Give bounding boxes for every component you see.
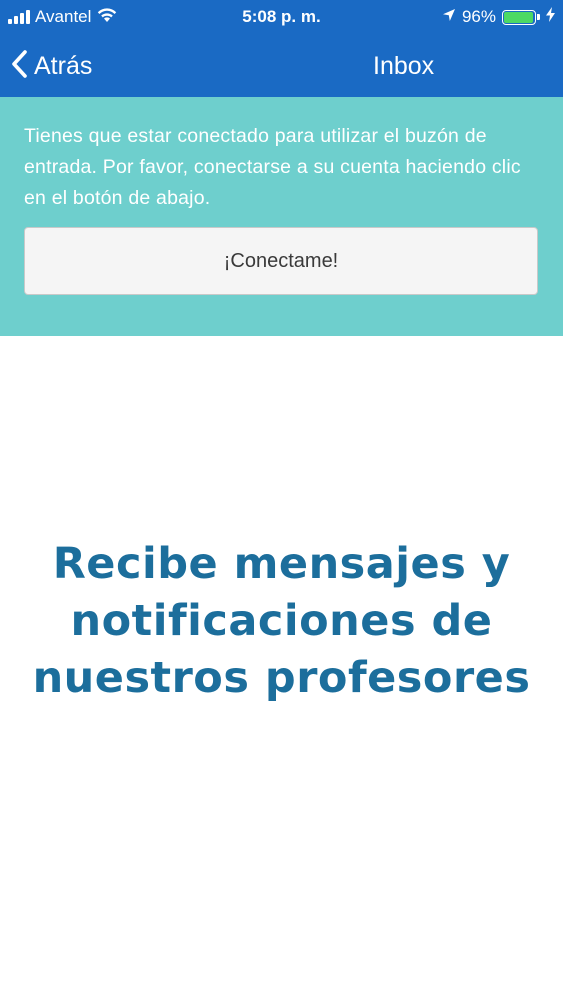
login-notice-panel: Tienes que estar conectado para utilizar…: [0, 97, 563, 336]
promo-headline: Recibe mensajes y notificaciones de nues…: [0, 536, 563, 707]
status-right: 96%: [442, 5, 555, 29]
location-arrow-icon: [442, 7, 456, 27]
screen: Avantel 5:08 p. m. 96% Atrás Inbox Tiene…: [0, 0, 563, 1000]
page-title: Inbox: [373, 52, 435, 80]
promo-line: nuestros profesores: [32, 653, 531, 703]
battery-level-fill: [504, 11, 533, 23]
promo-line: notificaciones de: [70, 596, 493, 646]
battery-icon: [502, 9, 536, 25]
charging-bolt-icon: [546, 7, 555, 27]
status-bar: Avantel 5:08 p. m. 96%: [0, 0, 563, 34]
top-bar: Avantel 5:08 p. m. 96% Atrás Inbox: [0, 0, 563, 97]
login-notice-message: Tienes que estar conectado para utilizar…: [24, 125, 521, 209]
battery-tip: [537, 14, 540, 20]
connect-button[interactable]: ¡Conectame!: [24, 227, 538, 295]
battery-percent: 96%: [461, 7, 496, 26]
promo-line: Recibe mensajes y: [52, 539, 511, 589]
nav-bar: Atrás Inbox: [0, 34, 563, 97]
